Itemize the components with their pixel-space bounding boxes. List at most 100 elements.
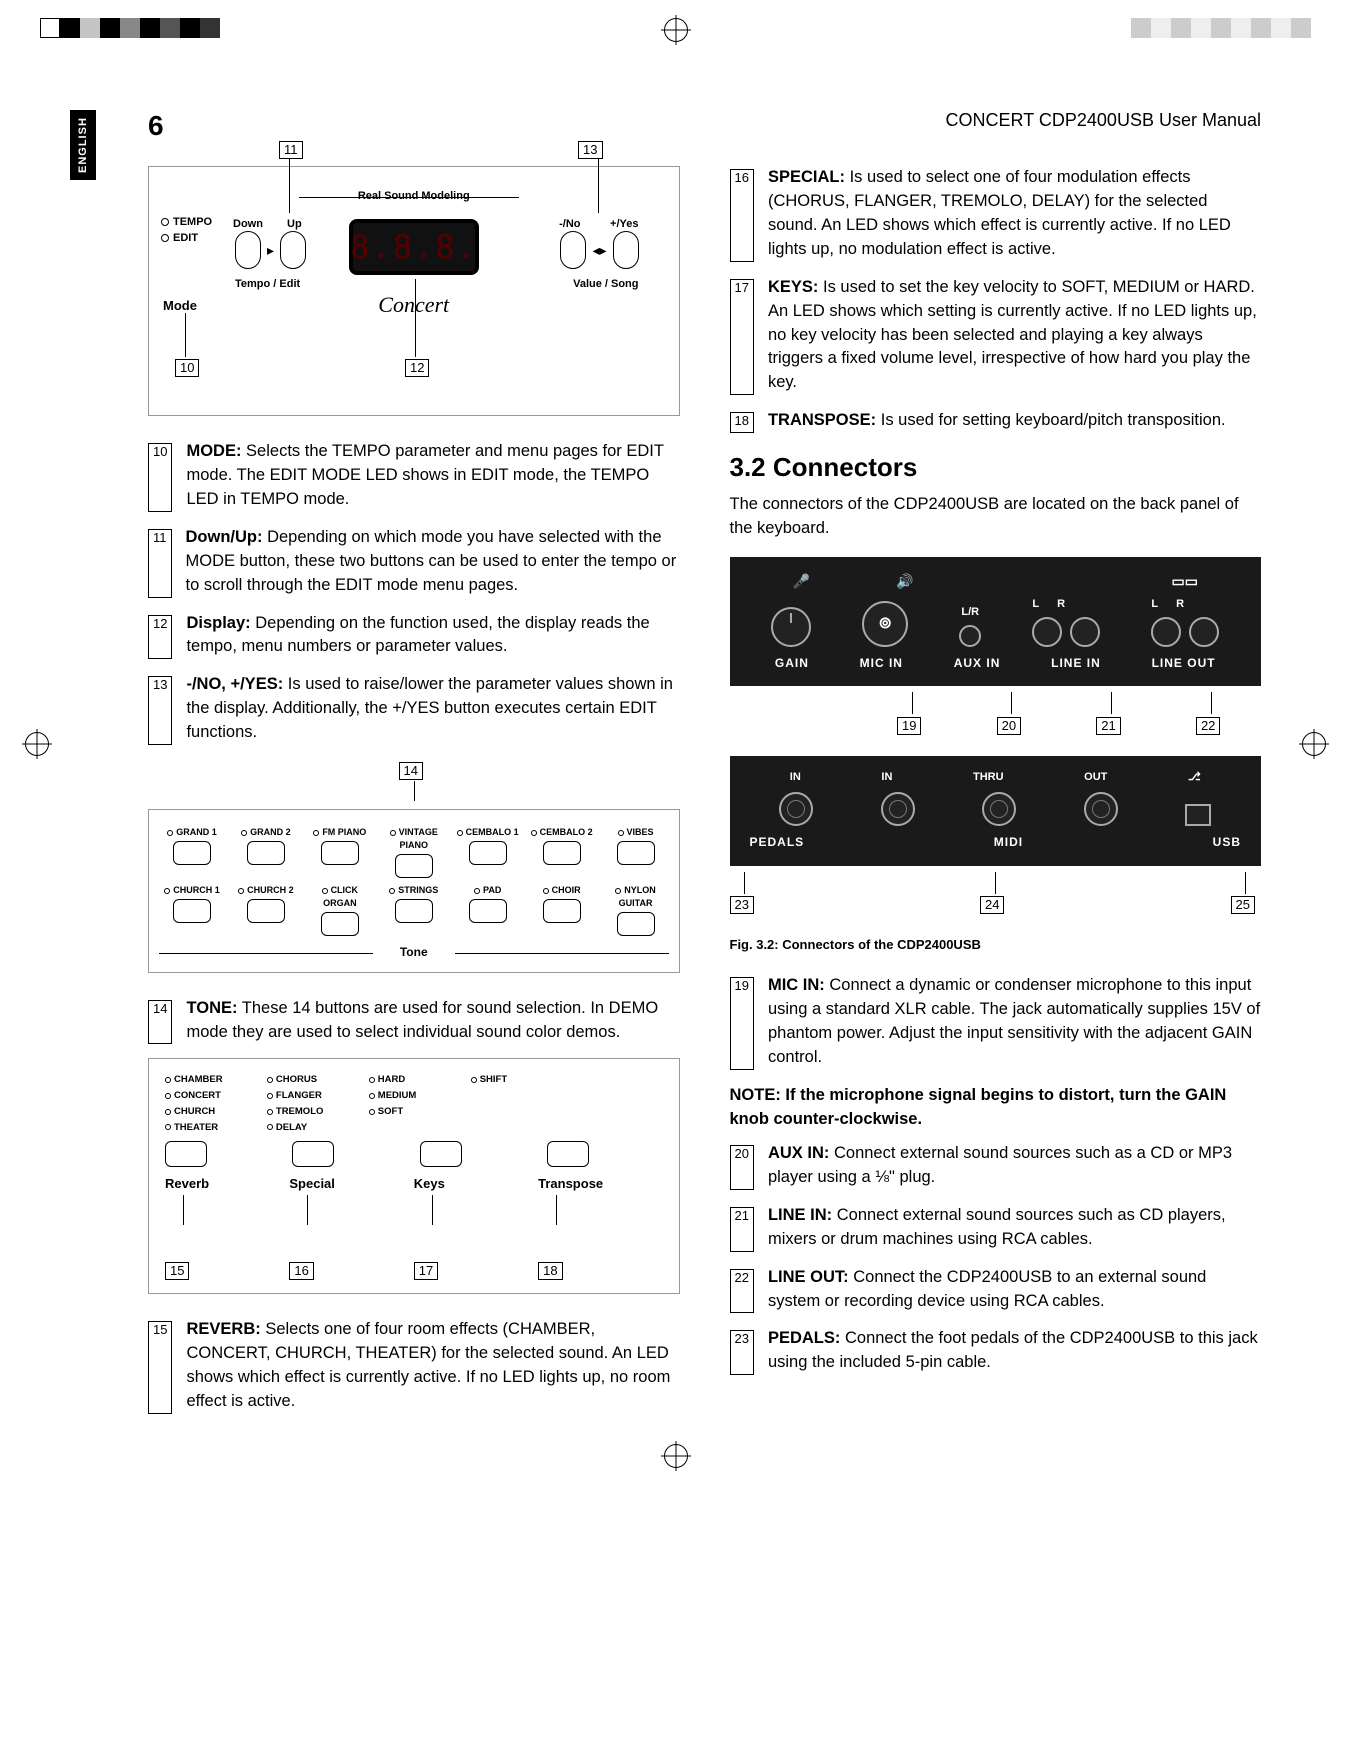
rca-jack-icon [1189,617,1219,647]
special-button-icon [292,1141,334,1167]
option-label: THEATER [174,1122,218,1133]
rca-jack-icon [1032,617,1062,647]
tone-label: NYLON GUITAR [619,885,656,908]
midi-out-label: OUT [1084,770,1107,786]
entry-term: TRANSPOSE: [768,411,876,429]
callout-17: 17 [414,1262,438,1280]
callout-24: 24 [980,896,1004,914]
entry-text: Is used to set the key velocity to SOFT,… [768,278,1257,392]
reverb-label: Reverb [165,1175,289,1194]
tone-label: CLICK ORGAN [323,885,358,908]
din-jack-icon [982,792,1016,826]
entry-13: 13-/NO, +/YES: Is used to raise/lower th… [148,673,680,745]
entry-term: Display: [186,614,250,632]
callout-15: 15 [148,1321,172,1414]
entry-text: Connect a dynamic or condenser microphon… [768,976,1260,1066]
down-button-icon [235,231,261,269]
option-label: HARD [378,1074,405,1085]
callout-11: 11 [148,529,172,598]
entry-12: 12Display: Depending on the function use… [148,612,680,660]
callout-16: 16 [730,169,754,262]
entry-term: SPECIAL: [768,168,845,186]
special-label: Special [289,1175,413,1194]
figure-tone-buttons: GRAND 1GRAND 2FM PIANOVINTAGE PIANOCEMBA… [148,809,680,973]
yes-button-icon [613,231,639,269]
entry-text: Connect the foot pedals of the CDP2400US… [768,1329,1258,1371]
tone-button-icon [247,841,285,865]
entry-text: Selects the TEMPO parameter and menu pag… [186,442,663,508]
usb-port-icon [1185,804,1211,826]
callout-20: 20 [997,717,1021,735]
callout-16: 16 [289,1262,313,1280]
tone-button: VIBES [603,826,669,878]
entry-term: MODE: [186,442,241,460]
reverb-button-icon [165,1141,207,1167]
entry-10: 10 MODE: Selects the TEMPO parameter and … [148,440,680,512]
tone-button: CEMBALO 1 [455,826,521,878]
rca-jack-icon [1151,617,1181,647]
callout-18: 18 [538,1262,562,1280]
l-label: L [1032,597,1039,613]
option-label: TREMOLO [276,1106,324,1117]
language-tab: ENGLISH [70,110,96,180]
figure-reverb-special-keys-transpose: CHAMBERCHORUSHARDSHIFTCONCERTFLANGERMEDI… [148,1058,680,1294]
callout-14: 14 [399,762,423,780]
tone-label: GRAND 1 [176,827,217,837]
entry-text: Connect external sound sources such as C… [768,1206,1226,1248]
entry-16: 16SPECIAL: Is used to select one of four… [730,166,1262,262]
midi-thru-label: THRU [973,770,1004,786]
tone-label: VIBES [627,827,654,837]
callout-17: 17 [730,279,754,396]
keys-label: Keys [414,1175,538,1194]
tone-button: CEMBALO 2 [529,826,595,878]
up-button-icon [280,231,306,269]
entry-term: MIC IN: [768,976,825,994]
headphone-icon: 🔊 [896,571,913,591]
callout-21: 21 [730,1207,754,1252]
entry-text: Connect external sound sources such as a… [768,1144,1232,1186]
tone-button: GRAND 1 [159,826,225,878]
page-number: 6 [148,110,164,142]
option-label: SHIFT [480,1074,507,1085]
tone-button-icon [247,899,285,923]
aux-in-label: AUX IN [954,655,1001,672]
tone-button-icon [395,899,433,923]
entry-term: KEYS: [768,278,818,296]
option-label: CHORUS [276,1074,317,1085]
concert-script-label: Concert [149,289,679,321]
tone-button: CLICK ORGAN [307,884,373,936]
entry-11: 11Down/Up: Depending on which mode you h… [148,526,680,598]
figure-pedals-midi-usb: IN IN THRU OUT ⎇ PEDALS MIDI USB [730,756,1262,865]
option-label: CHURCH [174,1106,215,1117]
keys-button-icon [420,1141,462,1167]
mode-label: Mode [163,297,197,316]
entry-22: 22LINE OUT: Connect the CDP2400USB to an… [730,1266,1262,1314]
section-intro: The connectors of the CDP2400USB are loc… [730,493,1262,541]
tone-label: VINTAGE PIANO [399,827,438,850]
note-text: NOTE: If the microphone signal begins to… [730,1084,1262,1132]
tone-label: FM PIANO [322,827,366,837]
figure-audio-connectors: 🎤 🔊 ▭▭ ⊚ L/R [730,557,1262,687]
tone-label: CEMBALO 1 [466,827,519,837]
din-jack-icon [779,792,813,826]
callout-19: 19 [730,977,754,1070]
din-jack-icon [1084,792,1118,826]
tone-button-icon [395,854,433,878]
option-label: MEDIUM [378,1090,417,1101]
callout-21: 21 [1096,717,1120,735]
tone-button-icon [321,841,359,865]
manual-title: CONCERT CDP2400USB User Manual [946,110,1261,131]
aux-jack-icon [959,625,981,647]
tone-button-icon [173,899,211,923]
callout-10: 10 [148,443,172,512]
option-label: DELAY [276,1122,307,1133]
entry-term: Down/Up: [186,528,263,546]
figure-top-controls: Real Sound Modeling TEMPO EDIT Down Up ▸… [148,166,680,416]
tone-label: CHURCH 2 [247,885,294,895]
triangle-right-icon: ◂▸ [592,240,606,260]
entry-14: 14TONE: These 14 buttons are used for so… [148,997,680,1045]
tone-label: CHOIR [552,885,581,895]
tone-button: CHOIR [529,884,595,936]
tone-label: PAD [483,885,501,895]
entry-19: 19 MIC IN: Connect a dynamic or condenser… [730,974,1262,1070]
